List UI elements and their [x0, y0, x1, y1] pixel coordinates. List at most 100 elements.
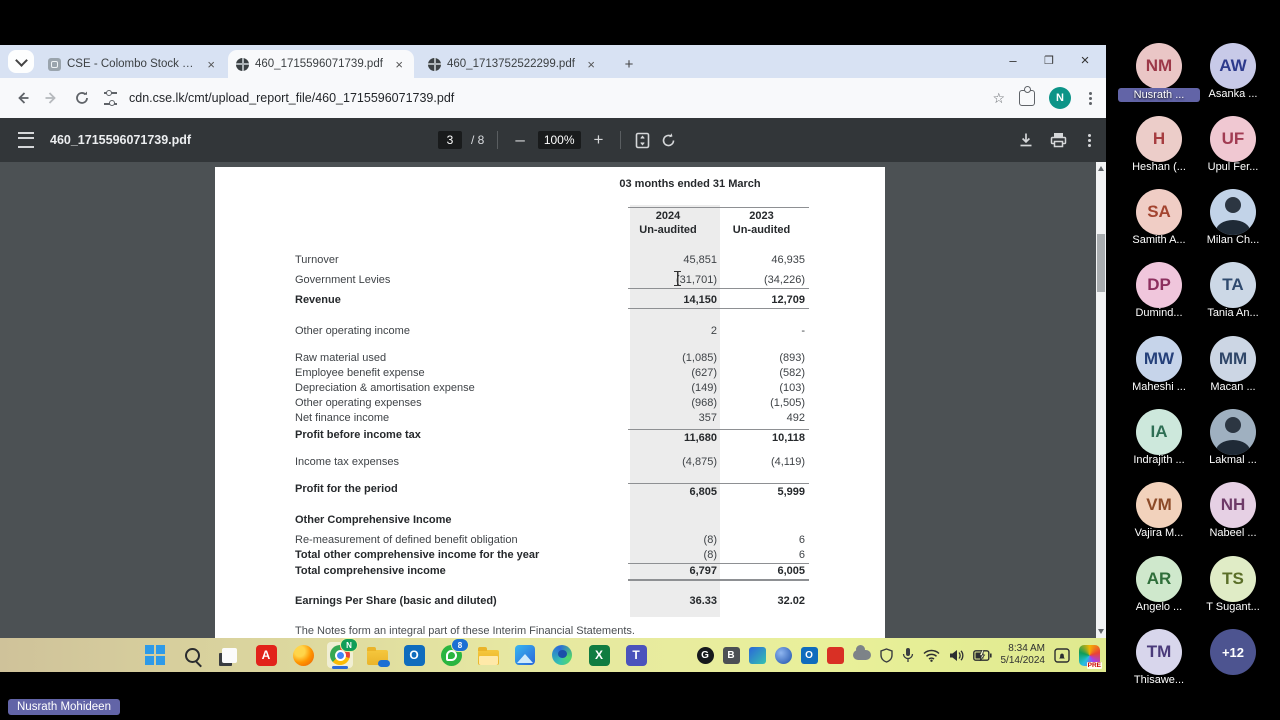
- onedrive-tray-icon[interactable]: [853, 650, 871, 660]
- table-rule: [628, 580, 809, 581]
- edge-button[interactable]: [549, 642, 575, 668]
- tab-title: 460_1713752522299.pdf: [447, 58, 578, 70]
- participant-avatar[interactable]: TA: [1210, 262, 1256, 308]
- participant-avatar[interactable]: AR: [1136, 556, 1182, 602]
- participant-avatar[interactable]: NH: [1210, 482, 1256, 528]
- participant-avatar[interactable]: MW: [1136, 336, 1182, 382]
- participant-photo[interactable]: [1210, 189, 1256, 235]
- reload-icon[interactable]: [74, 90, 90, 106]
- tab-pdf-active[interactable]: 460_1715596071739.pdf ×: [228, 50, 414, 78]
- outlook-button[interactable]: O: [401, 642, 427, 668]
- volume-icon[interactable]: [949, 649, 964, 662]
- pdf-viewport[interactable]: 03 months ended 31 March 20242023 Un-aud…: [0, 162, 1106, 638]
- defender-tray-icon[interactable]: [827, 647, 844, 664]
- chrome-button[interactable]: N: [327, 642, 353, 668]
- bookmark-star-icon[interactable]: ☆: [992, 90, 1005, 107]
- close-button[interactable]: ×: [1068, 45, 1102, 75]
- wifi-icon[interactable]: [923, 649, 940, 662]
- calendar-tray-icon[interactable]: [749, 647, 766, 664]
- search-button[interactable]: [179, 642, 205, 668]
- forward-icon[interactable]: [44, 90, 60, 106]
- new-tab-button[interactable]: +: [618, 53, 640, 75]
- task-view-button[interactable]: [216, 642, 242, 668]
- chevron-down-icon: [15, 54, 28, 67]
- participant-overflow-count[interactable]: +12: [1210, 629, 1256, 675]
- minimize-button[interactable]: –: [996, 45, 1030, 75]
- participant-avatar[interactable]: AW: [1210, 43, 1256, 89]
- extensions-icon[interactable]: [1019, 90, 1035, 106]
- participants-panel: NM Nusrath ... AW Asanka ... H Heshan (.…: [1116, 0, 1280, 720]
- cse-favicon-icon: [48, 58, 61, 71]
- scroll-down-icon[interactable]: [1098, 629, 1104, 634]
- print-icon[interactable]: [1050, 132, 1067, 148]
- fit-page-icon[interactable]: [634, 132, 651, 149]
- tab-pdf-2[interactable]: 460_1713752522299.pdf ×: [420, 50, 606, 78]
- file-explorer-icon: [478, 650, 499, 665]
- zoom-out-button[interactable]: –: [511, 130, 528, 150]
- insider-preview-icon[interactable]: PRE: [1079, 645, 1100, 666]
- onedrive-button[interactable]: [364, 642, 390, 668]
- browser-menu-icon[interactable]: [1089, 97, 1092, 100]
- table-row: Turnover45,85146,935: [215, 254, 885, 269]
- task-view-icon: [222, 648, 237, 663]
- pdf-more-icon[interactable]: [1088, 139, 1091, 142]
- file-explorer-button[interactable]: [475, 642, 501, 668]
- tab-close-icon[interactable]: ×: [392, 57, 406, 72]
- participant-name: Macan ...: [1194, 381, 1272, 393]
- tab-title: 460_1715596071739.pdf: [255, 58, 386, 70]
- scrollbar[interactable]: [1096, 162, 1106, 638]
- site-info-icon[interactable]: [104, 92, 117, 105]
- photos-button[interactable]: [512, 642, 538, 668]
- profile-avatar[interactable]: N: [1049, 87, 1071, 109]
- zoom-level[interactable]: 100%: [538, 131, 581, 149]
- participant-avatar[interactable]: MM: [1210, 336, 1256, 382]
- system-clock[interactable]: 8:34 AM5/14/2024: [1001, 643, 1046, 668]
- participant-avatar[interactable]: UF: [1210, 116, 1256, 162]
- participant-avatar[interactable]: NM: [1136, 43, 1182, 89]
- participant-avatar[interactable]: VM: [1136, 482, 1182, 528]
- download-icon[interactable]: [1018, 132, 1034, 148]
- sphere-tray-icon[interactable]: [775, 647, 792, 664]
- address-bar[interactable]: cdn.cse.lk/cmt/upload_report_file/460_17…: [129, 91, 992, 105]
- search-icon: [185, 648, 200, 663]
- notification-bell-icon[interactable]: [1054, 648, 1070, 663]
- table-row: Depreciation & amortisation expense(149)…: [215, 382, 885, 397]
- pdf-menu-icon[interactable]: [18, 132, 34, 148]
- firefox-button[interactable]: [290, 642, 316, 668]
- scroll-up-icon[interactable]: [1098, 166, 1104, 171]
- tab-search-button[interactable]: [8, 50, 34, 73]
- zoom-in-button[interactable]: +: [590, 130, 608, 150]
- start-button[interactable]: [142, 642, 168, 668]
- participant-name: Angelo ...: [1120, 601, 1198, 613]
- table-row: Revenue14,15012,709: [215, 294, 885, 309]
- participant-avatar[interactable]: TM: [1136, 629, 1182, 675]
- participant-avatar[interactable]: TS: [1210, 556, 1256, 602]
- table-row: Raw material used(1,085)(893): [215, 352, 885, 367]
- tab-close-icon[interactable]: ×: [204, 57, 218, 72]
- table-row: Un-auditedUn-audited: [215, 224, 885, 239]
- acrobat-button[interactable]: A: [253, 642, 279, 668]
- participant-name: Asanka ...: [1194, 88, 1272, 100]
- tab-close-icon[interactable]: ×: [584, 57, 598, 72]
- tab-cse[interactable]: CSE - Colombo Stock Exchange ×: [40, 50, 226, 78]
- participant-avatar[interactable]: DP: [1136, 262, 1182, 308]
- page-number-input[interactable]: 3: [438, 131, 462, 149]
- restore-button[interactable]: ❐: [1032, 45, 1066, 75]
- microphone-icon[interactable]: [902, 647, 914, 663]
- participant-avatar[interactable]: IA: [1136, 409, 1182, 455]
- participant-name: Lakmal ...: [1194, 454, 1272, 466]
- back-icon[interactable]: [14, 90, 30, 106]
- bing-tray-icon[interactable]: B: [723, 647, 740, 664]
- grammarly-tray-icon[interactable]: G: [697, 647, 714, 664]
- participant-avatar[interactable]: H: [1136, 116, 1182, 162]
- battery-icon[interactable]: [973, 650, 992, 661]
- security-shield-icon[interactable]: [880, 648, 893, 663]
- teams-button[interactable]: T: [623, 642, 649, 668]
- scrollbar-thumb[interactable]: [1097, 234, 1105, 292]
- participant-photo[interactable]: [1210, 409, 1256, 455]
- outlook-tray-icon[interactable]: O: [801, 647, 818, 664]
- rotate-icon[interactable]: [660, 132, 677, 149]
- excel-button[interactable]: X: [586, 642, 612, 668]
- whatsapp-button[interactable]: 8: [438, 642, 464, 668]
- participant-avatar[interactable]: SA: [1136, 189, 1182, 235]
